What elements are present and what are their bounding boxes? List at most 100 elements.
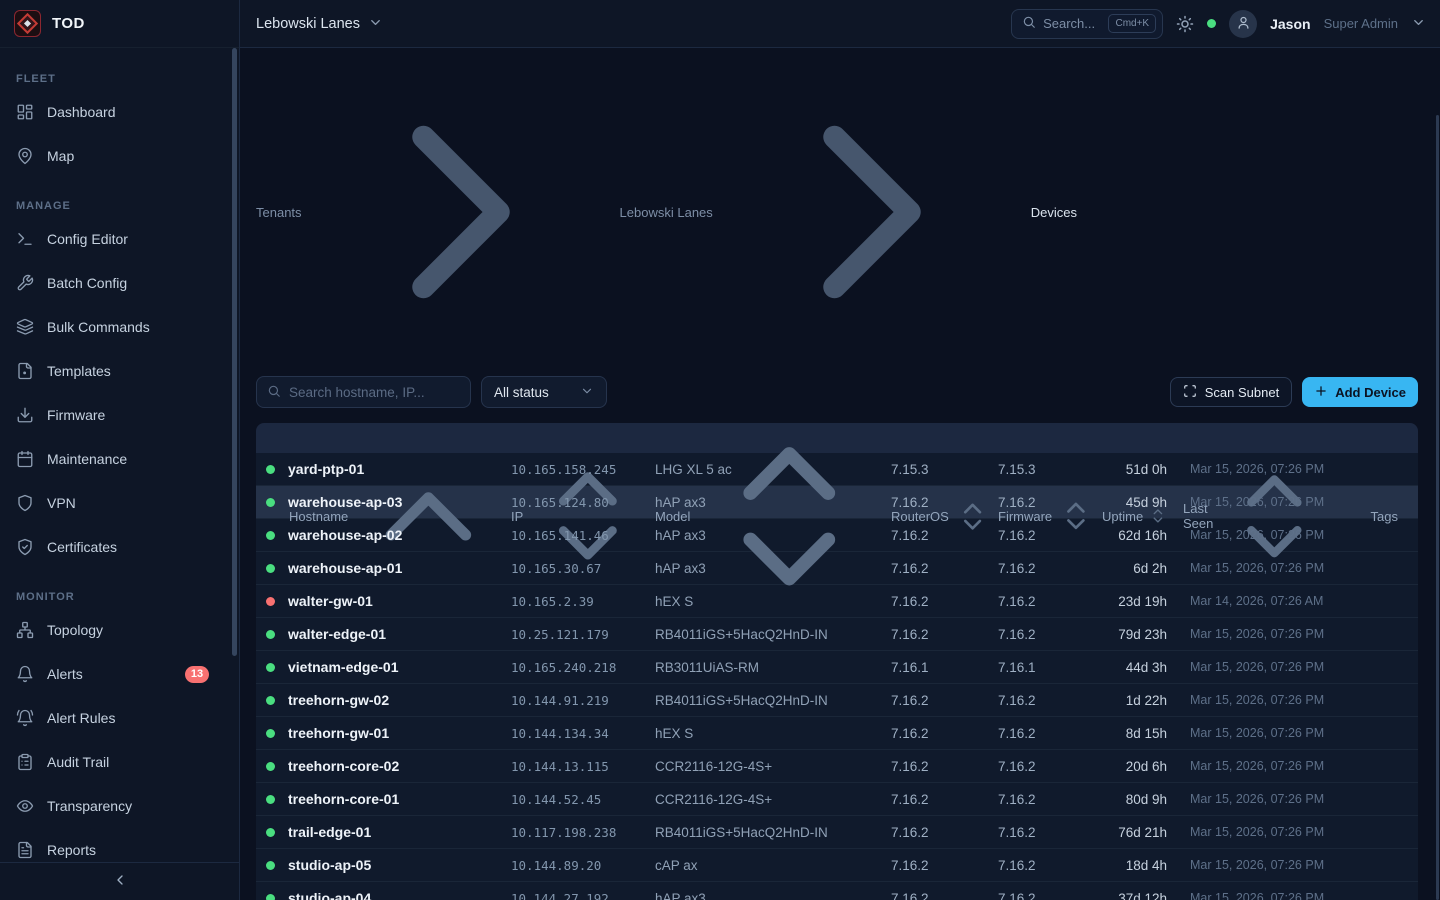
device-hostname: warehouse-ap-02 bbox=[288, 527, 402, 543]
sidebar-collapse-button[interactable] bbox=[0, 862, 239, 900]
device-hostname: warehouse-ap-01 bbox=[288, 560, 402, 576]
device-row-treehorn-core-02[interactable]: treehorn-core-0210.144.13.115CCR2116-12G… bbox=[256, 750, 1418, 783]
device-model: RB4011iGS+5HacQ2HnD-IN bbox=[647, 825, 883, 840]
sidebar-item-transparency[interactable]: Transparency bbox=[0, 786, 239, 826]
sidebar-item-map[interactable]: Map bbox=[0, 136, 239, 176]
sidebar-item-maintenance[interactable]: Maintenance bbox=[0, 439, 239, 479]
add-device-button[interactable]: Add Device bbox=[1302, 377, 1418, 407]
device-search-input[interactable]: Search hostname, IP... bbox=[256, 376, 471, 408]
scan-icon bbox=[1183, 384, 1197, 401]
device-model: CCR2116-12G-4S+ bbox=[647, 759, 883, 774]
column-header-uptime[interactable]: Uptime bbox=[1094, 507, 1175, 525]
sidebar-item-label: Alert Rules bbox=[47, 710, 115, 726]
sidebar-section-label-fleet: FLEET bbox=[16, 73, 223, 85]
column-header-last-seen[interactable]: Last Seen bbox=[1175, 461, 1330, 572]
sidebar-item-label: Bulk Commands bbox=[47, 319, 150, 335]
user-name: Jason bbox=[1270, 16, 1310, 32]
device-model: RB3011UiAS-RM bbox=[647, 660, 883, 675]
wrench-icon bbox=[16, 274, 34, 292]
device-last-seen: Mar 15, 2026, 07:26 PM bbox=[1175, 561, 1330, 575]
device-model: cAP ax bbox=[647, 858, 883, 873]
sidebar-item-bulk-commands[interactable]: Bulk Commands bbox=[0, 307, 239, 347]
device-ip: 10.144.134.34 bbox=[503, 726, 647, 741]
status-filter-value: All status bbox=[494, 385, 549, 400]
sidebar-item-batch-config[interactable]: Batch Config bbox=[0, 263, 239, 303]
sidebar-item-alert-rules[interactable]: Alert Rules bbox=[0, 698, 239, 738]
device-model: RB4011iGS+5HacQ2HnD-IN bbox=[647, 693, 883, 708]
device-uptime: 62d 16h bbox=[1094, 528, 1175, 543]
column-header-label: Model bbox=[655, 509, 690, 524]
sidebar-item-certificates[interactable]: Certificates bbox=[0, 527, 239, 567]
sidebar-item-dashboard[interactable]: Dashboard bbox=[0, 92, 239, 132]
page-scrollbar[interactable] bbox=[1436, 115, 1439, 900]
device-ip: 10.144.13.115 bbox=[503, 759, 647, 774]
user-avatar[interactable] bbox=[1229, 10, 1257, 38]
device-model: RB4011iGS+5HacQ2HnD-IN bbox=[647, 627, 883, 642]
device-routeros: 7.16.2 bbox=[883, 495, 990, 510]
device-row-vietnam-edge-01[interactable]: vietnam-edge-0110.165.240.218RB3011UiAS-… bbox=[256, 651, 1418, 684]
status-dot-online bbox=[266, 828, 275, 837]
tenant-selector[interactable]: Lebowski Lanes bbox=[256, 15, 383, 33]
device-ip: 10.117.198.238 bbox=[503, 825, 647, 840]
sidebar-section-label-manage: MANAGE bbox=[16, 200, 223, 212]
device-ip: 10.144.89.20 bbox=[503, 858, 647, 873]
device-search-placeholder: Search hostname, IP... bbox=[289, 385, 425, 400]
breadcrumb-lebowski-lanes[interactable]: Lebowski Lanes bbox=[620, 205, 713, 220]
status-dot-online bbox=[266, 729, 275, 738]
device-hostname: walter-edge-01 bbox=[288, 626, 386, 642]
search-icon bbox=[267, 384, 281, 401]
sidebar-item-templates[interactable]: Templates bbox=[0, 351, 239, 391]
sidebar-item-topology[interactable]: Topology bbox=[0, 610, 239, 650]
device-ip: 10.144.52.45 bbox=[503, 792, 647, 807]
bell-icon bbox=[16, 665, 34, 683]
user-menu-chevron-down-icon[interactable] bbox=[1411, 15, 1426, 33]
column-header-label: RouterOS bbox=[891, 509, 949, 524]
theme-toggle-button[interactable] bbox=[1176, 15, 1194, 33]
device-row-trail-edge-01[interactable]: trail-edge-0110.117.198.238RB4011iGS+5Ha… bbox=[256, 816, 1418, 849]
status-dot-online bbox=[266, 696, 275, 705]
sidebar-item-config-editor[interactable]: Config Editor bbox=[0, 219, 239, 259]
sidebar-scrollbar[interactable] bbox=[232, 48, 237, 656]
sidebar: TOD FLEET DashboardMap MANAGE Config Editor… bbox=[0, 0, 240, 900]
status-filter-select[interactable]: All status bbox=[481, 376, 607, 408]
device-row-walter-edge-01[interactable]: walter-edge-0110.25.121.179RB4011iGS+5Ha… bbox=[256, 618, 1418, 651]
add-device-label: Add Device bbox=[1335, 385, 1406, 400]
column-header-label: Uptime bbox=[1102, 509, 1143, 524]
scan-subnet-button[interactable]: Scan Subnet bbox=[1170, 377, 1292, 407]
plus-icon bbox=[1314, 384, 1328, 401]
device-uptime: 8d 15h bbox=[1094, 726, 1175, 741]
device-routeros: 7.16.2 bbox=[883, 858, 990, 873]
brand: TOD bbox=[0, 0, 239, 48]
device-hostname: treehorn-gw-02 bbox=[288, 692, 389, 708]
device-firmware: 7.16.2 bbox=[990, 693, 1094, 708]
column-header-label: Hostname bbox=[289, 509, 348, 524]
search-shortcut-kbd: Cmd+K bbox=[1108, 14, 1156, 33]
global-search-placeholder: Search... bbox=[1043, 16, 1101, 31]
sidebar-item-firmware[interactable]: Firmware bbox=[0, 395, 239, 435]
column-header-model[interactable]: Model bbox=[647, 423, 883, 610]
main-area: Lebowski Lanes Search... Cmd+K Jason Sup… bbox=[240, 0, 1440, 900]
device-uptime: 80d 9h bbox=[1094, 792, 1175, 807]
sidebar-item-audit-trail[interactable]: Audit Trail bbox=[0, 742, 239, 782]
breadcrumb-tenants[interactable]: Tenants bbox=[256, 205, 302, 220]
device-ip: 10.165.30.67 bbox=[503, 561, 647, 576]
device-row-studio-ap-04[interactable]: studio-ap-0410.144.27.192hAP ax37.16.27.… bbox=[256, 882, 1418, 900]
device-row-treehorn-gw-02[interactable]: treehorn-gw-0210.144.91.219RB4011iGS+5Ha… bbox=[256, 684, 1418, 717]
chevron-down-icon bbox=[368, 15, 383, 33]
sidebar-item-vpn[interactable]: VPN bbox=[0, 483, 239, 523]
device-firmware: 7.16.1 bbox=[990, 660, 1094, 675]
column-header-label: Tags bbox=[1371, 509, 1398, 524]
topbar: Lebowski Lanes Search... Cmd+K Jason Sup… bbox=[240, 0, 1440, 48]
status-dot-online bbox=[266, 663, 275, 672]
device-firmware: 7.16.2 bbox=[990, 495, 1094, 510]
brand-logo-icon bbox=[14, 10, 41, 37]
device-last-seen: Mar 15, 2026, 07:26 PM bbox=[1175, 627, 1330, 641]
global-search-input[interactable]: Search... Cmd+K bbox=[1011, 9, 1163, 39]
device-uptime: 6d 2h bbox=[1094, 561, 1175, 576]
alerts-count-badge: 13 bbox=[185, 666, 209, 683]
device-row-studio-ap-05[interactable]: studio-ap-0510.144.89.20cAP ax7.16.27.16… bbox=[256, 849, 1418, 882]
device-row-treehorn-core-01[interactable]: treehorn-core-0110.144.52.45CCR2116-12G-… bbox=[256, 783, 1418, 816]
device-firmware: 7.16.2 bbox=[990, 792, 1094, 807]
device-row-treehorn-gw-01[interactable]: treehorn-gw-0110.144.134.34hEX S7.16.27.… bbox=[256, 717, 1418, 750]
sidebar-item-alerts[interactable]: Alerts13 bbox=[0, 654, 239, 694]
